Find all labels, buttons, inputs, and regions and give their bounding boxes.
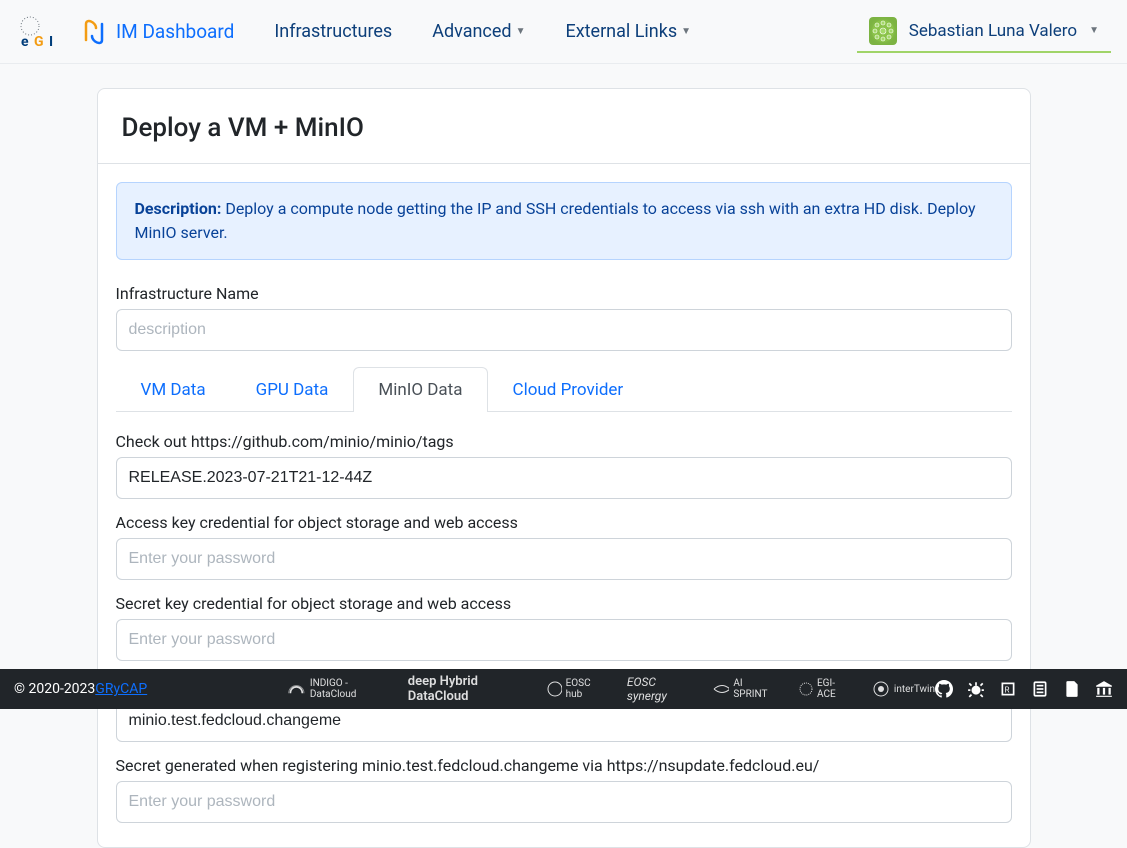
footer: © 2020-2023 GRyCAP INDIGO - DataCloud de…	[0, 669, 1127, 709]
user-name: Sebastian Luna Valero	[909, 21, 1077, 41]
nav-external-label: External Links	[565, 21, 677, 42]
access-key-label: Access key credential for object storage…	[116, 513, 1012, 532]
secret-key-group: Secret key credential for object storage…	[116, 594, 1012, 661]
footer-icons: R	[935, 680, 1113, 698]
tab-vm-data[interactable]: VM Data	[116, 367, 231, 412]
chip-icon[interactable]: R	[999, 680, 1017, 698]
svg-text:R: R	[1005, 685, 1010, 694]
nav-advanced[interactable]: Advanced ▼	[432, 21, 525, 42]
infra-name-input[interactable]	[116, 309, 1012, 351]
gen-secret-label: Secret generated when registering minio.…	[116, 756, 820, 775]
tab-cloud-provider[interactable]: Cloud Provider	[488, 367, 649, 412]
im-logo-icon	[80, 18, 108, 46]
institution-icon[interactable]	[1095, 680, 1113, 698]
chevron-down-icon: ▼	[1089, 25, 1099, 36]
infra-name-label: Infrastructure Name	[116, 284, 1012, 303]
svg-text:I: I	[49, 34, 53, 50]
page-title: Deploy a VM + MinIO	[122, 113, 1006, 143]
secret-key-label: Secret key credential for object storage…	[116, 594, 1012, 613]
chevron-down-icon: ▼	[516, 26, 526, 37]
nav-infrastructures-label: Infrastructures	[274, 21, 392, 42]
file-icon[interactable]	[1063, 680, 1081, 698]
secret-key-input[interactable]	[116, 619, 1012, 661]
svg-text:G: G	[34, 34, 44, 50]
grycap-link[interactable]: GRyCAP	[95, 681, 147, 697]
description-text: Deploy a compute node getting the IP and…	[135, 199, 976, 242]
ai-sprint-logo-icon: AI SPRINT	[712, 678, 772, 700]
release-group: Check out https://github.com/minio/minio…	[116, 432, 1012, 499]
gen-secret-group: Secret generated when registering minio.…	[116, 756, 1012, 823]
tab-gpu-data[interactable]: GPU Data	[231, 367, 354, 412]
footer-logos: INDIGO - DataCloud deep Hybrid DataCloud…	[287, 674, 935, 704]
indigo-logo-icon: INDIGO - DataCloud	[287, 678, 384, 700]
egi-ace-logo-icon: EGI-ACE	[796, 678, 848, 700]
release-label: Check out https://github.com/minio/minio…	[116, 432, 1012, 451]
avatar-icon	[869, 17, 897, 45]
card-body: Description: Deploy a compute node getti…	[98, 164, 1030, 847]
tab-minio-data[interactable]: MinIO Data	[353, 367, 487, 412]
nav-advanced-label: Advanced	[432, 21, 511, 42]
intertwin-logo-icon: interTwin	[872, 680, 935, 698]
access-key-input[interactable]	[116, 538, 1012, 580]
description-alert: Description: Deploy a compute node getti…	[116, 182, 1012, 260]
egi-logo-icon: e G I	[16, 14, 72, 50]
svg-text:e: e	[21, 34, 29, 50]
release-input[interactable]	[116, 457, 1012, 499]
navbar: e G I IM Dashboard Infrastructures Advan…	[0, 0, 1127, 64]
bug-icon[interactable]	[967, 680, 985, 698]
user-menu[interactable]: Sebastian Luna Valero ▼	[857, 11, 1111, 53]
eosc-synergy-logo-icon: EOSC synergy	[627, 675, 689, 703]
infra-name-group: Infrastructure Name	[116, 284, 1012, 351]
description-label: Description:	[135, 199, 222, 218]
deploy-card: Deploy a VM + MinIO Description: Deploy …	[97, 88, 1031, 848]
deep-logo-icon: deep Hybrid DataCloud	[408, 674, 523, 704]
tabs: VM Data GPU Data MinIO Data Cloud Provid…	[116, 367, 1012, 412]
nav-external-links[interactable]: External Links ▼	[565, 21, 691, 42]
brand-title: IM Dashboard	[116, 20, 234, 43]
eosc-hub-logo-icon: EOSC hub	[546, 678, 603, 700]
chevron-down-icon: ▼	[681, 26, 691, 37]
nav-infrastructures[interactable]: Infrastructures	[274, 21, 392, 42]
nav-links: Infrastructures Advanced ▼ External Link…	[274, 21, 856, 42]
brand[interactable]: e G I IM Dashboard	[16, 14, 234, 50]
copyright: © 2020-2023	[14, 681, 95, 697]
gen-secret-input[interactable]	[116, 781, 1012, 823]
card-header: Deploy a VM + MinIO	[98, 89, 1030, 164]
access-key-group: Access key credential for object storage…	[116, 513, 1012, 580]
book-icon[interactable]	[1031, 680, 1049, 698]
github-icon[interactable]	[935, 680, 953, 698]
